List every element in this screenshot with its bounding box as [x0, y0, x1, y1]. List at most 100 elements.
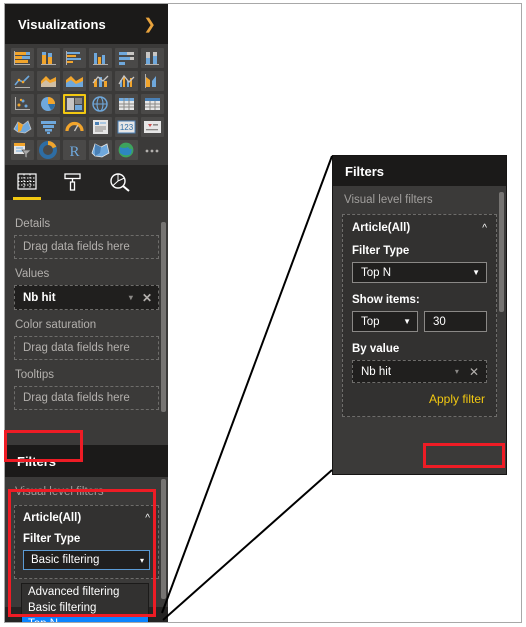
- left-filter-type-value: Basic filtering: [31, 554, 100, 566]
- visual-level-filters-label: Visual level filters: [344, 194, 433, 206]
- tab-analytics[interactable]: [107, 171, 131, 195]
- area-chart-icon[interactable]: [37, 71, 60, 91]
- field-wells: Details Drag data fields here Values Nb …: [5, 200, 168, 445]
- visualization-type-gallery: 123 R: [5, 44, 168, 165]
- arcgis-map-icon[interactable]: [115, 140, 138, 160]
- left-filters-scrollbar[interactable]: [161, 479, 166, 599]
- left-filters-title: Filters: [17, 453, 57, 469]
- gallery-row: R: [11, 140, 162, 160]
- well-label-tooltips: Tooltips: [15, 369, 54, 381]
- chevron-down-icon[interactable]: ▾: [129, 293, 133, 302]
- chevron-up-icon[interactable]: ^: [482, 223, 487, 234]
- chevron-right-icon[interactable]: ❯: [143, 17, 156, 32]
- by-value-field-label: Nb hit: [361, 365, 392, 378]
- left-filter-card-header[interactable]: Article(All) ^: [23, 512, 150, 524]
- tab-fields[interactable]: [13, 171, 41, 200]
- magnifier-chart-icon: [110, 172, 130, 192]
- treemap-icon[interactable]: [63, 94, 86, 114]
- by-value-label: By value: [352, 343, 400, 355]
- well-label-color-saturation: Color saturation: [15, 319, 97, 331]
- show-items-count-input[interactable]: 30: [424, 311, 487, 332]
- tab-format[interactable]: [61, 171, 85, 195]
- chevron-down-icon: ▼: [403, 317, 411, 326]
- page-title: Visualizations: [18, 16, 106, 32]
- filters-detail-scrollbar[interactable]: [499, 192, 504, 312]
- gallery-row: 123: [11, 117, 164, 137]
- filter-type-value: Top N: [361, 266, 392, 279]
- filters-detail-pane: Filters Visual level filters Article(All…: [332, 155, 507, 475]
- donut-chart-icon[interactable]: [37, 140, 60, 160]
- ribbon-chart-icon[interactable]: [141, 71, 164, 91]
- field-wells-scrollbar[interactable]: [161, 222, 166, 412]
- dropdown-option-basic-filtering[interactable]: Basic filtering: [22, 600, 148, 616]
- slicer-icon[interactable]: [11, 140, 34, 160]
- well-label-details: Details: [15, 218, 51, 230]
- visualizations-pane: Visualizations ❯ 123 R Details Drag data…: [5, 4, 168, 622]
- filters-detail-header: Filters: [333, 156, 506, 186]
- stacked-column-chart-icon[interactable]: [37, 48, 60, 68]
- multi-row-card-icon[interactable]: [89, 117, 112, 137]
- show-items-direction-select[interactable]: Top ▼: [352, 311, 418, 332]
- paint-roller-icon: [64, 172, 81, 191]
- gallery-row: [11, 94, 164, 114]
- shape-map-icon[interactable]: [89, 140, 112, 160]
- stacked-area-chart-icon[interactable]: [63, 71, 86, 91]
- 100-stacked-column-chart-icon[interactable]: [141, 48, 164, 68]
- filter-type-select[interactable]: Top N ▼: [352, 262, 487, 283]
- clustered-column-chart-icon[interactable]: [89, 48, 112, 68]
- line-chart-icon[interactable]: [11, 71, 34, 91]
- filters-detail-title: Filters: [345, 163, 385, 179]
- left-filters-body: Visual level filters Article(All) ^ Filt…: [5, 477, 168, 622]
- filter-card-header[interactable]: Article(All) ^: [352, 222, 487, 234]
- line-and-stacked-column-chart-icon[interactable]: [89, 71, 112, 91]
- left-filter-card-title: Article(All): [23, 512, 82, 524]
- line-and-clustered-column-chart-icon[interactable]: [115, 71, 138, 91]
- well-drop-details[interactable]: Drag data fields here: [14, 235, 159, 259]
- left-filters-header: Filters: [5, 445, 168, 477]
- field-chip-nb-hit[interactable]: Nb hit ▾ ✕: [14, 285, 159, 310]
- by-value-field-chip[interactable]: Nb hit ▾ ✕: [352, 360, 487, 383]
- matrix-icon[interactable]: [115, 94, 138, 114]
- show-items-label: Show items:: [352, 294, 420, 306]
- gallery-row: [11, 71, 164, 91]
- apply-filter-button[interactable]: Apply filter: [427, 391, 487, 407]
- dropdown-option-advanced-filtering[interactable]: Advanced filtering: [22, 584, 148, 600]
- filter-card-title: Article(All): [352, 222, 411, 234]
- svg-text:R: R: [69, 144, 79, 160]
- filled-map-icon[interactable]: [11, 117, 34, 137]
- remove-field-icon[interactable]: ✕: [469, 365, 479, 379]
- left-visual-level-filters-label: Visual level filters: [15, 486, 104, 498]
- chevron-up-icon[interactable]: ^: [145, 513, 150, 524]
- visualizations-header: Visualizations ❯: [5, 4, 168, 44]
- card-icon[interactable]: 123: [115, 117, 138, 137]
- pie-chart-icon[interactable]: [37, 94, 60, 114]
- show-items-row: Top ▼ 30: [352, 311, 487, 332]
- gauge-chart-icon[interactable]: [63, 117, 86, 137]
- left-filter-type-label: Filter Type: [23, 533, 81, 545]
- well-drop-tooltips[interactable]: Drag data fields here: [14, 386, 159, 410]
- funnel-chart-icon[interactable]: [37, 117, 60, 137]
- apply-filter-row: Apply filter: [352, 391, 487, 407]
- visualizations-tabs: [5, 165, 168, 200]
- filter-type-dropdown-list[interactable]: Advanced filtering Basic filtering Top N: [21, 583, 149, 622]
- chevron-down-icon: ▾: [139, 555, 144, 565]
- chevron-down-icon[interactable]: ▾: [455, 367, 459, 376]
- gallery-row: [11, 48, 164, 68]
- left-filter-card-article: Article(All) ^ Filter Type Basic filteri…: [14, 505, 159, 579]
- table-icon[interactable]: [141, 94, 164, 114]
- chevron-down-icon: ▼: [472, 268, 480, 277]
- 100-stacked-bar-chart-icon[interactable]: [115, 48, 138, 68]
- fields-grid-icon: [17, 172, 37, 190]
- left-filter-type-select[interactable]: Basic filtering ▾: [23, 550, 150, 570]
- stacked-bar-chart-icon[interactable]: [11, 48, 34, 68]
- dropdown-option-top-n[interactable]: Top N: [22, 616, 148, 622]
- scatter-chart-icon[interactable]: [11, 94, 34, 114]
- well-drop-color-saturation[interactable]: Drag data fields here: [14, 336, 159, 360]
- map-icon[interactable]: [89, 94, 112, 114]
- more-options-icon[interactable]: [141, 140, 164, 160]
- kpi-icon[interactable]: [141, 117, 164, 137]
- r-script-visual-icon[interactable]: R: [63, 140, 86, 160]
- clustered-bar-chart-icon[interactable]: [63, 48, 86, 68]
- remove-field-icon[interactable]: ✕: [142, 291, 152, 305]
- screenshot-root: Visualizations ❯ 123 R Details Drag data…: [0, 0, 526, 627]
